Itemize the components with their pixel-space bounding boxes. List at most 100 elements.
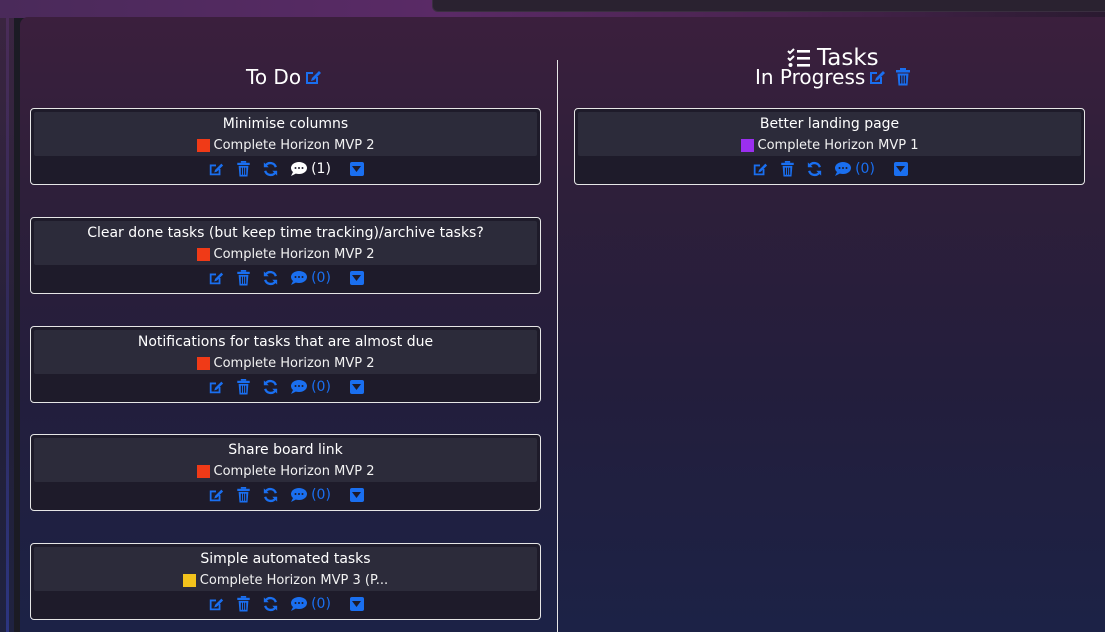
task-label: Complete Horizon MVP 2 bbox=[34, 464, 537, 479]
task-card-header: Clear done tasks (but keep time tracking… bbox=[34, 221, 537, 265]
task-card-header: Better landing page Complete Horizon MVP… bbox=[578, 112, 1081, 156]
expand-task-button[interactable] bbox=[349, 488, 364, 502]
edit-icon[interactable] bbox=[304, 68, 322, 86]
task-actions: (0) bbox=[31, 379, 540, 395]
edit-task-button[interactable] bbox=[207, 596, 225, 612]
trash-icon bbox=[236, 161, 251, 177]
delete-task-button[interactable] bbox=[780, 161, 795, 177]
label-text: Complete Horizon MVP 3 (P... bbox=[199, 573, 389, 588]
label-color-swatch bbox=[196, 139, 210, 152]
label-text: Complete Horizon MVP 2 bbox=[213, 138, 375, 153]
task-title: Notifications for tasks that are almost … bbox=[137, 334, 434, 350]
task-title: Share board link bbox=[228, 442, 343, 458]
task-card-header: Simple automated tasks Complete Horizon … bbox=[34, 547, 537, 591]
task-card[interactable]: Better landing page Complete Horizon MVP… bbox=[574, 108, 1085, 185]
task-card[interactable]: Minimise columns Complete Horizon MVP 2 bbox=[30, 108, 541, 185]
comments-button[interactable]: (1) bbox=[290, 161, 331, 177]
expand-task-button[interactable] bbox=[349, 162, 364, 176]
task-label: Complete Horizon MVP 3 (P... bbox=[34, 573, 537, 588]
refresh-icon bbox=[262, 487, 279, 503]
repeat-task-button[interactable] bbox=[262, 161, 279, 177]
edit-task-button[interactable] bbox=[207, 379, 225, 395]
expand-task-button[interactable] bbox=[349, 597, 364, 611]
comment-count: (0) bbox=[311, 596, 331, 612]
label-color-swatch bbox=[740, 139, 754, 152]
task-title: Minimise columns bbox=[222, 116, 349, 132]
caret-down-icon bbox=[352, 166, 362, 172]
repeat-task-button[interactable] bbox=[262, 487, 279, 503]
label-text: Complete Horizon MVP 2 bbox=[213, 464, 375, 479]
edit-task-button[interactable] bbox=[207, 161, 225, 177]
delete-task-button[interactable] bbox=[236, 161, 251, 177]
column-title-inprogress: In Progress bbox=[755, 65, 866, 89]
comment-icon bbox=[290, 379, 308, 395]
expand-task-button[interactable] bbox=[893, 162, 908, 176]
task-actions: (1) bbox=[31, 161, 540, 177]
trash-icon bbox=[236, 596, 251, 612]
task-title: Better landing page bbox=[759, 116, 900, 132]
repeat-task-button[interactable] bbox=[262, 270, 279, 286]
edit-task-button[interactable] bbox=[207, 487, 225, 503]
comments-button[interactable]: (0) bbox=[834, 161, 875, 177]
task-label: Complete Horizon MVP 2 bbox=[34, 247, 537, 262]
refresh-icon bbox=[806, 161, 823, 177]
trash-icon bbox=[236, 270, 251, 286]
repeat-task-button[interactable] bbox=[262, 379, 279, 395]
delete-task-button[interactable] bbox=[236, 379, 251, 395]
repeat-task-button[interactable] bbox=[806, 161, 823, 177]
edit-icon[interactable] bbox=[868, 68, 886, 86]
task-title: Simple automated tasks bbox=[200, 551, 371, 567]
label-color-swatch bbox=[196, 357, 210, 370]
edit-icon bbox=[207, 487, 225, 503]
caret-down-icon bbox=[352, 275, 362, 281]
delete-task-button[interactable] bbox=[236, 596, 251, 612]
column-header-todo: To Do bbox=[246, 65, 322, 89]
expand-task-button[interactable] bbox=[349, 271, 364, 285]
comments-button[interactable]: (0) bbox=[290, 487, 331, 503]
task-card[interactable]: Clear done tasks (but keep time tracking… bbox=[30, 217, 541, 294]
caret-down-icon bbox=[896, 166, 906, 172]
column-header-inprogress: In Progress bbox=[755, 65, 911, 89]
task-card[interactable]: Notifications for tasks that are almost … bbox=[30, 326, 541, 403]
label-color-swatch bbox=[196, 248, 210, 261]
repeat-task-button[interactable] bbox=[262, 596, 279, 612]
edit-task-button[interactable] bbox=[751, 161, 769, 177]
delete-task-button[interactable] bbox=[236, 270, 251, 286]
label-text: Complete Horizon MVP 2 bbox=[213, 356, 375, 371]
expand-task-button[interactable] bbox=[349, 380, 364, 394]
task-label: Complete Horizon MVP 2 bbox=[34, 138, 537, 153]
comments-button[interactable]: (0) bbox=[290, 379, 331, 395]
comment-count: (0) bbox=[311, 487, 331, 503]
caret-down-icon bbox=[352, 492, 362, 498]
task-actions: (0) bbox=[575, 161, 1084, 177]
caret-down-icon bbox=[352, 384, 362, 390]
comment-count: (0) bbox=[855, 161, 875, 177]
refresh-icon bbox=[262, 161, 279, 177]
comment-icon bbox=[834, 161, 852, 177]
comments-button[interactable]: (0) bbox=[290, 270, 331, 286]
task-card-header: Minimise columns Complete Horizon MVP 2 bbox=[34, 112, 537, 156]
edit-icon bbox=[207, 161, 225, 177]
comment-count: (0) bbox=[311, 379, 331, 395]
delete-task-button[interactable] bbox=[236, 487, 251, 503]
edit-icon bbox=[207, 596, 225, 612]
task-card-header: Notifications for tasks that are almost … bbox=[34, 330, 537, 374]
comment-icon bbox=[290, 161, 308, 177]
edit-icon bbox=[207, 270, 225, 286]
task-actions: (0) bbox=[31, 596, 540, 612]
task-card[interactable]: Simple automated tasks Complete Horizon … bbox=[30, 543, 541, 620]
edit-task-button[interactable] bbox=[207, 270, 225, 286]
task-card[interactable]: Share board link Complete Horizon MVP 2 bbox=[30, 434, 541, 511]
sidebar-stripe bbox=[6, 18, 9, 632]
trash-icon bbox=[236, 487, 251, 503]
edit-icon bbox=[751, 161, 769, 177]
comment-count: (1) bbox=[311, 161, 331, 177]
comments-button[interactable]: (0) bbox=[290, 596, 331, 612]
trash-icon bbox=[780, 161, 795, 177]
task-actions: (0) bbox=[31, 487, 540, 503]
left-sidebar-edge bbox=[0, 18, 14, 632]
trash-icon[interactable] bbox=[895, 68, 911, 86]
task-title: Clear done tasks (but keep time tracking… bbox=[87, 225, 484, 241]
label-text: Complete Horizon MVP 2 bbox=[213, 247, 375, 262]
column-divider bbox=[557, 60, 558, 632]
